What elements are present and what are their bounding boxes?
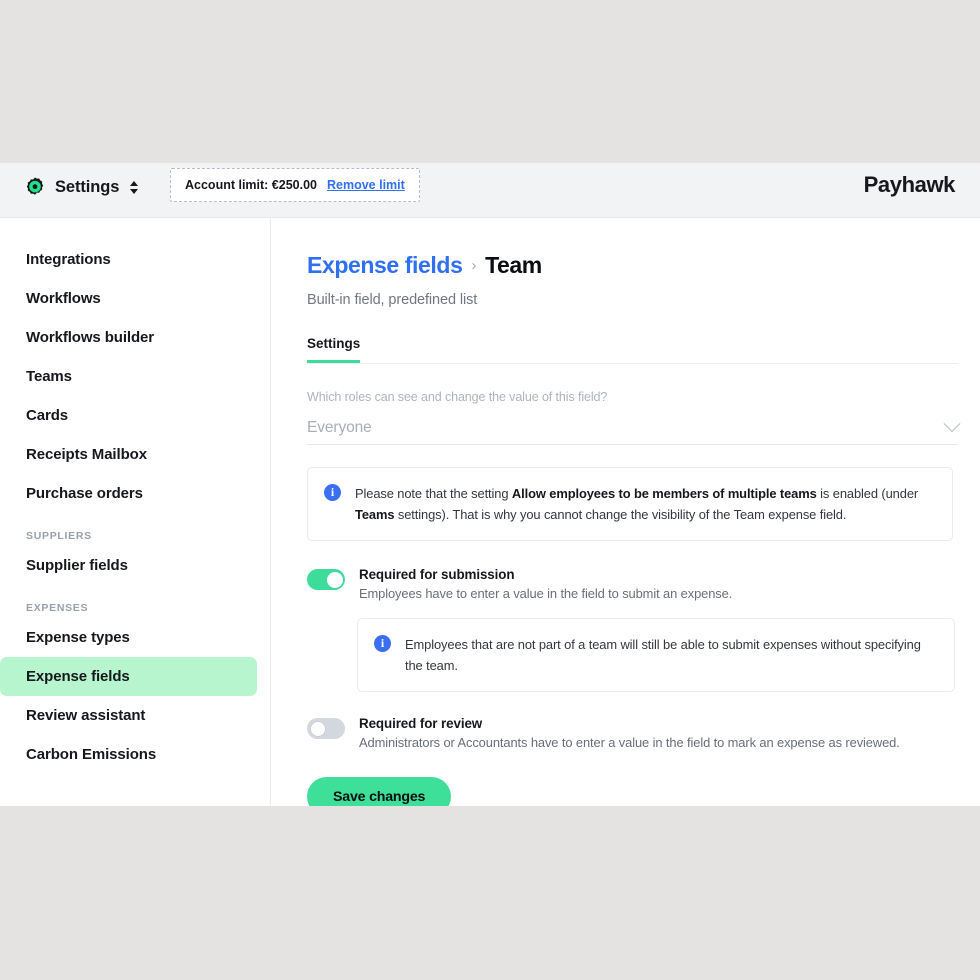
visibility-info-note-text: Please note that the setting Allow emplo…: [355, 483, 936, 525]
sidebar-item-receipts-mailbox[interactable]: Receipts Mailbox: [0, 435, 257, 474]
sidebar-item-integrations[interactable]: Integrations: [0, 240, 257, 279]
breadcrumb-current: Team: [485, 252, 542, 278]
top-bar: Settings Account limit: €250.00 Remove l…: [0, 163, 980, 218]
toggle-knob: [309, 720, 326, 737]
breadcrumb: Expense fields › Team: [307, 252, 958, 279]
app-window: Settings Account limit: €250.00 Remove l…: [0, 163, 980, 806]
info-icon: i: [324, 484, 341, 501]
toggle-knob: [326, 571, 343, 588]
chevron-down-icon: [943, 415, 961, 433]
note-part-1: Please note that the setting: [355, 486, 512, 501]
save-changes-button[interactable]: Save changes: [307, 777, 452, 806]
roles-select-value: Everyone: [307, 419, 372, 436]
roles-select[interactable]: Everyone: [307, 412, 961, 445]
roles-visibility-field: Which roles can see and change the value…: [307, 390, 961, 445]
sidebar-item-cards[interactable]: Cards: [0, 396, 257, 435]
gear-icon: [24, 176, 46, 198]
breadcrumb-parent-link[interactable]: Expense fields: [307, 252, 463, 279]
required-for-submission-title: Required for submission: [359, 567, 515, 582]
up-down-chevron-icon[interactable]: [128, 178, 140, 196]
required-for-submission-row: Required for submission Employees have t…: [307, 567, 958, 601]
remove-limit-link[interactable]: Remove limit: [327, 178, 405, 192]
settings-label: Settings: [55, 177, 120, 196]
sidebar-group-expenses: EXPENSES: [26, 602, 89, 614]
breadcrumb-separator-icon: ›: [471, 257, 477, 274]
required-for-submission-texts: Required for submission Employees have t…: [359, 567, 732, 601]
required-for-submission-toggle[interactable]: [307, 569, 345, 590]
sidebar-item-expense-types[interactable]: Expense types: [0, 618, 257, 657]
sidebar-item-workflows-builder[interactable]: Workflows builder: [0, 318, 257, 357]
submission-info-note: i Employees that are not part of a team …: [357, 618, 955, 692]
sidebar-group-suppliers: SUPPLIERS: [26, 530, 92, 542]
note-bold-1: Allow employees to be members of multipl…: [511, 486, 817, 501]
note-part-3: settings). That is why you cannot change…: [394, 507, 847, 522]
visibility-info-note: i Please note that the setting Allow emp…: [307, 467, 953, 541]
required-for-review-row: Required for review Administrators or Ac…: [307, 716, 958, 750]
sidebar-item-workflows[interactable]: Workflows: [0, 279, 257, 318]
tab-bar: Settings: [307, 336, 958, 364]
main-content: Expense fields › Team Built-in field, pr…: [271, 218, 980, 806]
info-icon: i: [374, 635, 391, 652]
sidebar-item-teams[interactable]: Teams: [0, 357, 257, 396]
sidebar: Integrations Workflows Workflows builder Te…: [0, 218, 271, 806]
sidebar-item-purchase-orders[interactable]: Purchase orders: [0, 474, 257, 513]
payhawk-logo: Payhawk: [863, 172, 956, 197]
required-for-review-title: Required for review: [359, 716, 483, 731]
submission-info-note-text: Employees that are not part of a team wi…: [405, 637, 921, 673]
required-for-submission-description: Employees have to enter a value in the f…: [359, 586, 733, 601]
sidebar-item-expense-fields[interactable]: Expense fields: [0, 657, 257, 696]
required-for-review-toggle[interactable]: [307, 718, 345, 739]
note-part-2: is enabled (under: [816, 486, 919, 501]
page-subtitle: Built-in field, predefined list: [307, 292, 478, 308]
settings-workspace-switcher[interactable]: Settings: [24, 176, 140, 198]
note-bold-2: Teams: [355, 507, 395, 522]
account-limit-text: Account limit: €250.00: [185, 178, 317, 192]
sidebar-item-carbon-emissions[interactable]: Carbon Emissions: [0, 735, 257, 774]
account-limit-badge: Account limit: €250.00 Remove limit: [170, 168, 420, 202]
sidebar-item-review-assistant[interactable]: Review assistant: [0, 696, 257, 735]
sidebar-item-supplier-fields[interactable]: Supplier fields: [0, 546, 257, 585]
roles-select-label: Which roles can see and change the value…: [307, 390, 608, 404]
required-for-review-texts: Required for review Administrators or Ac…: [359, 716, 900, 750]
required-for-review-description: Administrators or Accountants have to en…: [359, 735, 900, 750]
body-split: Integrations Workflows Workflows builder Te…: [0, 218, 980, 806]
tab-settings[interactable]: Settings: [307, 336, 361, 363]
